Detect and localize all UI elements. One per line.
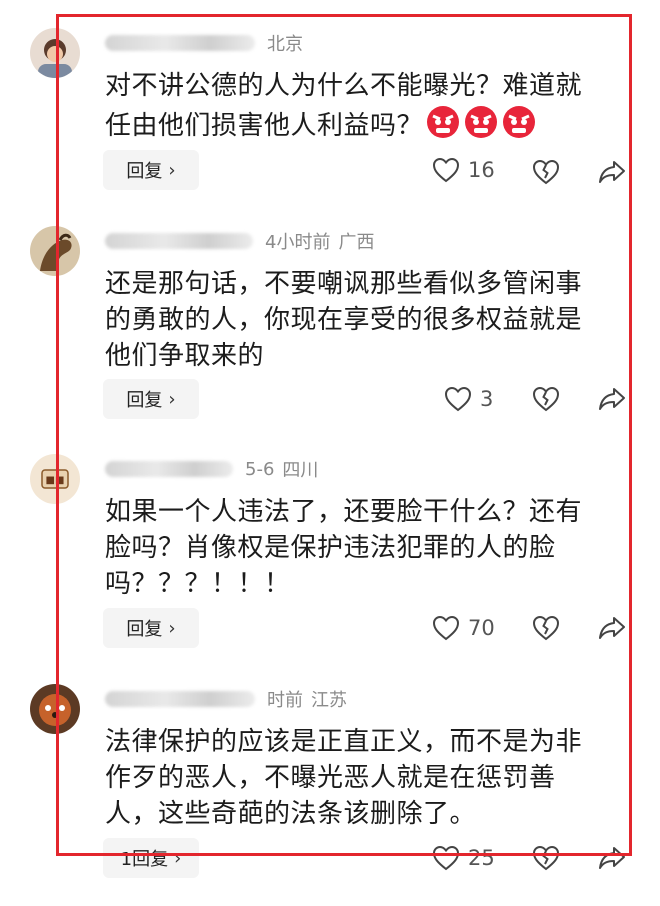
comment-text: 对不讲公德的人为什么不能曝光？难道就任由他们损害他人利益吗？ <box>105 71 583 141</box>
comment-item: 4小时前 广西 还是那句话，不要嘲讽那些看似多管闲事的勇敢的人，你现在享受的很多… <box>0 226 660 456</box>
angry-face-icon <box>465 106 498 138</box>
share-arrow-icon[interactable] <box>597 157 627 187</box>
broken-heart-icon[interactable] <box>531 843 561 873</box>
reply-button[interactable]: 1回复 › <box>103 838 199 878</box>
comment-text: 如果一个人违法了，还要脸干什么？还有脸吗？肖像权是保护违法犯罪的人的脸吗？？？！… <box>105 497 583 599</box>
chevron-right-icon: › <box>168 617 176 639</box>
comment-item: ■■ 5-6 四川 如果一个人违法了，还要脸干什么？还有脸吗？肖像权是保护违法犯… <box>0 454 660 684</box>
avatar[interactable] <box>30 226 80 276</box>
username-blurred[interactable] <box>105 461 233 477</box>
comment-meta: 5-6 四川 <box>105 454 318 484</box>
comment-item: 北京 对不讲公德的人为什么不能曝光？难道就任由他们损害他人利益吗？ 回复 › 16 <box>0 28 660 258</box>
reply-button[interactable]: 回复 › <box>103 608 199 648</box>
username-blurred[interactable] <box>105 691 255 707</box>
broken-heart-icon[interactable] <box>531 384 561 414</box>
like-count: 70 <box>468 616 495 640</box>
like-button[interactable]: 25 <box>432 838 495 878</box>
chevron-right-icon: › <box>174 847 182 869</box>
broken-heart-icon[interactable] <box>531 613 561 643</box>
chevron-right-icon: › <box>168 159 176 181</box>
comment-meta: 时前 江苏 <box>105 684 347 714</box>
avatar[interactable]: ■■ <box>30 454 80 504</box>
username-blurred[interactable] <box>105 233 253 249</box>
like-count: 16 <box>468 158 495 182</box>
like-count: 3 <box>480 387 494 411</box>
like-button[interactable]: 16 <box>432 150 495 190</box>
username-blurred[interactable] <box>105 35 255 51</box>
comment-meta: 4小时前 广西 <box>105 226 374 256</box>
share-arrow-icon[interactable] <box>597 613 627 643</box>
comment-time: 时前 <box>267 690 303 711</box>
like-button[interactable]: 3 <box>444 379 493 419</box>
share-arrow-icon[interactable] <box>597 843 627 873</box>
angry-face-icon <box>427 106 460 138</box>
heart-outline-icon <box>432 845 460 871</box>
avatar[interactable] <box>30 28 80 78</box>
chevron-right-icon: › <box>168 388 176 410</box>
comment-location: 北京 <box>267 34 303 55</box>
reply-button[interactable]: 回复 › <box>103 150 199 190</box>
like-button[interactable]: 70 <box>432 608 495 648</box>
comment-time: 5-6 <box>245 458 275 480</box>
comment-item: 时前 江苏 法律保护的应该是正直正义，而不是为非作歹的恶人，不曝光恶人就是在惩罚… <box>0 684 660 906</box>
comment-text: 还是那句话，不要嘲讽那些看似多管闲事的勇敢的人，你现在享受的很多权益就是他们争取… <box>105 269 583 371</box>
share-arrow-icon[interactable] <box>597 384 627 414</box>
angry-face-icon <box>503 106 536 138</box>
comment-location: 四川 <box>282 460 319 481</box>
reply-button[interactable]: 回复 › <box>103 379 199 419</box>
broken-heart-icon[interactable] <box>531 157 561 187</box>
like-count: 25 <box>468 846 495 870</box>
comment-location: 江苏 <box>311 690 347 711</box>
heart-outline-icon <box>432 157 460 183</box>
svg-text:■■: ■■ <box>46 475 65 486</box>
comment-location: 广西 <box>338 232 375 253</box>
comment-meta: 北京 <box>105 28 303 58</box>
comment-time: 4小时前 <box>265 232 331 253</box>
heart-outline-icon <box>444 386 472 412</box>
comment-text: 法律保护的应该是正直正义，而不是为非作歹的恶人，不曝光恶人就是在惩罚善人，这些奇… <box>105 727 583 829</box>
heart-outline-icon <box>432 615 460 641</box>
avatar[interactable] <box>30 684 80 734</box>
